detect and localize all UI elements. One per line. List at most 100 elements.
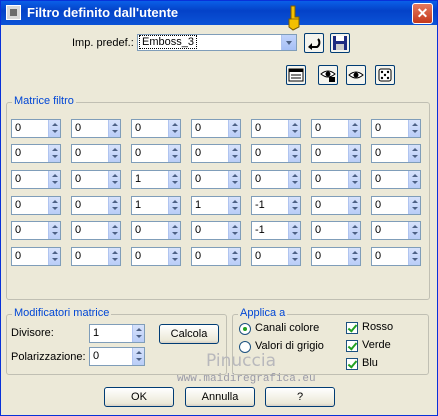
spin-arrows-icon[interactable]: [228, 222, 240, 239]
matrix-cell-r3-c7[interactable]: 0: [371, 170, 421, 189]
preset-select[interactable]: Emboss_3: [137, 34, 297, 51]
reset-preset-button[interactable]: [304, 33, 324, 53]
matrix-cell-r2-c6[interactable]: 0: [311, 144, 361, 163]
matrix-cell-r4-c1[interactable]: 0: [11, 196, 61, 215]
spin-arrows-icon[interactable]: [168, 248, 180, 265]
spin-arrows-icon[interactable]: [288, 120, 300, 137]
preview-toggle-button[interactable]: [286, 65, 306, 85]
matrix-cell-r4-c5[interactable]: -1: [251, 196, 301, 215]
spin-arrows-icon[interactable]: [288, 248, 300, 265]
matrix-cell-r2-c7[interactable]: 0: [371, 144, 421, 163]
matrix-cell-r1-c3[interactable]: 0: [131, 119, 181, 138]
spin-arrows-icon[interactable]: [348, 120, 360, 137]
red-label[interactable]: Rosso: [362, 321, 393, 333]
spin-arrows-icon[interactable]: [168, 171, 180, 188]
matrix-cell-r1-c7[interactable]: 0: [371, 119, 421, 138]
spin-arrows-icon[interactable]: [48, 120, 60, 137]
spin-arrows-icon[interactable]: [348, 171, 360, 188]
spin-arrows-icon[interactable]: [288, 171, 300, 188]
spin-arrows-icon[interactable]: [228, 171, 240, 188]
spin-arrows-icon[interactable]: [48, 171, 60, 188]
matrix-cell-r1-c4[interactable]: 0: [191, 119, 241, 138]
spin-arrows-icon[interactable]: [108, 222, 120, 239]
auto-proof-button[interactable]: [346, 65, 366, 85]
blue-label[interactable]: Blu: [362, 357, 378, 369]
matrix-cell-r3-c4[interactable]: 0: [191, 170, 241, 189]
blue-checkbox[interactable]: [346, 358, 358, 370]
spin-arrows-icon[interactable]: [108, 197, 120, 214]
spin-arrows-icon[interactable]: [408, 248, 420, 265]
green-label[interactable]: Verde: [362, 339, 391, 351]
spin-arrows-icon[interactable]: [228, 197, 240, 214]
bias-spinner[interactable]: 0: [89, 347, 145, 366]
matrix-cell-r4-c4[interactable]: 1: [191, 196, 241, 215]
proof-button[interactable]: [318, 65, 338, 85]
spin-arrows-icon[interactable]: [408, 222, 420, 239]
matrix-cell-r2-c3[interactable]: 0: [131, 144, 181, 163]
red-checkbox[interactable]: [346, 322, 358, 334]
spin-arrows-icon[interactable]: [108, 248, 120, 265]
matrix-cell-r1-c5[interactable]: 0: [251, 119, 301, 138]
matrix-cell-r6-c1[interactable]: 0: [11, 247, 61, 266]
divisor-spinner[interactable]: 1: [89, 324, 145, 343]
matrix-cell-r6-c2[interactable]: 0: [71, 247, 121, 266]
spin-arrows-icon[interactable]: [132, 325, 144, 342]
spin-arrows-icon[interactable]: [348, 222, 360, 239]
spin-arrows-icon[interactable]: [48, 222, 60, 239]
color-channels-radio[interactable]: [239, 323, 251, 335]
matrix-cell-r1-c6[interactable]: 0: [311, 119, 361, 138]
spin-arrows-icon[interactable]: [108, 171, 120, 188]
matrix-cell-r3-c2[interactable]: 0: [71, 170, 121, 189]
ok-button[interactable]: OK: [104, 387, 174, 407]
save-preset-button[interactable]: [330, 33, 350, 53]
spin-arrows-icon[interactable]: [288, 197, 300, 214]
matrix-cell-r5-c1[interactable]: 0: [11, 221, 61, 240]
spin-arrows-icon[interactable]: [348, 248, 360, 265]
spin-arrows-icon[interactable]: [168, 145, 180, 162]
matrix-cell-r3-c6[interactable]: 0: [311, 170, 361, 189]
title-bar[interactable]: Filtro definito dall'utente ✕: [1, 1, 437, 25]
spin-arrows-icon[interactable]: [228, 120, 240, 137]
matrix-cell-r4-c7[interactable]: 0: [371, 196, 421, 215]
spin-arrows-icon[interactable]: [168, 120, 180, 137]
cancel-button[interactable]: Annulla: [185, 387, 255, 407]
spin-arrows-icon[interactable]: [132, 348, 144, 365]
spin-arrows-icon[interactable]: [228, 248, 240, 265]
spin-arrows-icon[interactable]: [48, 197, 60, 214]
spin-arrows-icon[interactable]: [408, 120, 420, 137]
spin-arrows-icon[interactable]: [408, 145, 420, 162]
matrix-cell-r6-c5[interactable]: 0: [251, 247, 301, 266]
spin-arrows-icon[interactable]: [408, 197, 420, 214]
spin-arrows-icon[interactable]: [108, 120, 120, 137]
matrix-cell-r5-c4[interactable]: 0: [191, 221, 241, 240]
spin-arrows-icon[interactable]: [348, 197, 360, 214]
matrix-cell-r4-c3[interactable]: 1: [131, 196, 181, 215]
color-channels-label[interactable]: Canali colore: [255, 322, 319, 334]
matrix-cell-r1-c2[interactable]: 0: [71, 119, 121, 138]
matrix-cell-r6-c6[interactable]: 0: [311, 247, 361, 266]
matrix-cell-r3-c1[interactable]: 0: [11, 170, 61, 189]
matrix-cell-r2-c1[interactable]: 0: [11, 144, 61, 163]
spin-arrows-icon[interactable]: [48, 145, 60, 162]
chevron-down-icon[interactable]: [281, 35, 296, 50]
matrix-cell-r3-c5[interactable]: 0: [251, 170, 301, 189]
spin-arrows-icon[interactable]: [348, 145, 360, 162]
spin-arrows-icon[interactable]: [48, 248, 60, 265]
spin-arrows-icon[interactable]: [168, 222, 180, 239]
matrix-cell-r1-c1[interactable]: 0: [11, 119, 61, 138]
calculate-button[interactable]: Calcola: [159, 324, 219, 344]
spin-arrows-icon[interactable]: [288, 222, 300, 239]
matrix-cell-r6-c7[interactable]: 0: [371, 247, 421, 266]
matrix-cell-r4-c2[interactable]: 0: [71, 196, 121, 215]
matrix-cell-r6-c3[interactable]: 0: [131, 247, 181, 266]
matrix-cell-r5-c6[interactable]: 0: [311, 221, 361, 240]
matrix-cell-r5-c7[interactable]: 0: [371, 221, 421, 240]
matrix-cell-r5-c2[interactable]: 0: [71, 221, 121, 240]
matrix-cell-r6-c4[interactable]: 0: [191, 247, 241, 266]
matrix-cell-r2-c5[interactable]: 0: [251, 144, 301, 163]
matrix-cell-r5-c5[interactable]: -1: [251, 221, 301, 240]
close-button[interactable]: ✕: [412, 3, 433, 24]
matrix-cell-r4-c6[interactable]: 0: [311, 196, 361, 215]
matrix-cell-r2-c4[interactable]: 0: [191, 144, 241, 163]
spin-arrows-icon[interactable]: [408, 171, 420, 188]
